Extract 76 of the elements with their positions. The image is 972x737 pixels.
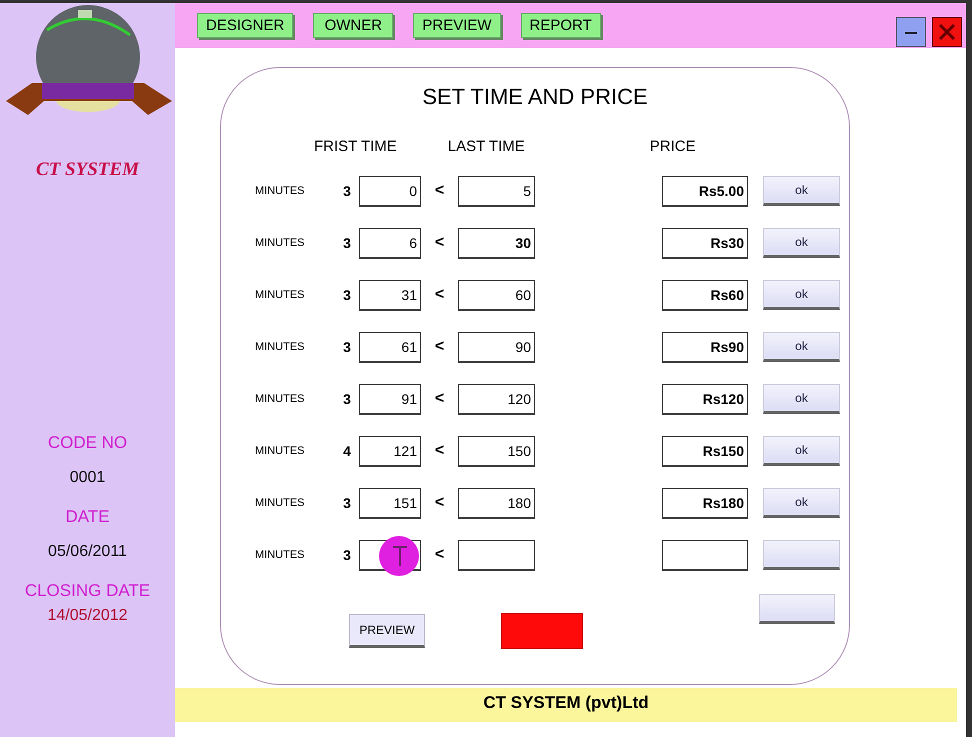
field-value: 14/05/2012 bbox=[47, 607, 128, 625]
column-header: LAST TIME bbox=[448, 138, 525, 155]
last-time-field[interactable]: 90 bbox=[458, 332, 535, 362]
unit-label: MINUTES bbox=[255, 445, 306, 457]
preview-button[interactable]: PREVIEW bbox=[349, 614, 425, 648]
ok-button[interactable]: ok bbox=[763, 332, 840, 362]
less-than-sign: < bbox=[434, 546, 446, 564]
minimize-icon[interactable] bbox=[896, 16, 926, 46]
less-than-sign: < bbox=[434, 442, 446, 460]
first-time-field[interactable]: 6 bbox=[359, 228, 421, 258]
count-label: 3 bbox=[342, 235, 352, 251]
field-label: CLOSING DATE bbox=[24, 581, 150, 601]
panel-title: SET TIME AND PRICE bbox=[421, 84, 649, 110]
last-time-field[interactable]: 180 bbox=[458, 488, 535, 518]
first-time-field[interactable]: 61 bbox=[359, 332, 421, 362]
nav-button[interactable]: REPORT bbox=[520, 13, 601, 38]
nav-button[interactable]: PREVIEW bbox=[413, 13, 501, 38]
last-time-field[interactable] bbox=[458, 540, 535, 570]
price-field[interactable]: Rs5.00 bbox=[662, 176, 748, 206]
last-time-field[interactable]: 5 bbox=[458, 176, 535, 206]
field-value: 05/06/2011 bbox=[48, 543, 127, 561]
less-than-sign: < bbox=[434, 390, 446, 408]
ok-button[interactable]: ok bbox=[763, 280, 840, 310]
less-than-sign: < bbox=[434, 286, 446, 304]
last-time-field[interactable]: 120 bbox=[458, 384, 535, 414]
field-label: DATE bbox=[65, 507, 110, 527]
column-header: PRICE bbox=[650, 138, 696, 155]
unit-label: MINUTES bbox=[255, 393, 306, 405]
ok-button[interactable]: ok bbox=[763, 384, 840, 414]
price-field[interactable]: Rs180 bbox=[662, 488, 748, 518]
ok-button[interactable]: ok bbox=[763, 488, 840, 518]
ok-button[interactable]: ok bbox=[763, 176, 840, 206]
close-icon[interactable] bbox=[932, 16, 962, 46]
count-label: 3 bbox=[342, 495, 352, 511]
last-time-field[interactable]: 60 bbox=[458, 280, 535, 310]
count-label: 3 bbox=[342, 339, 352, 355]
ok-button[interactable]: ok bbox=[763, 228, 840, 258]
unit-label: MINUTES bbox=[255, 341, 306, 353]
count-label: 3 bbox=[342, 183, 352, 199]
footer-bar: CT SYSTEM (pvt)Ltd bbox=[175, 688, 957, 722]
column-header: FRIST TIME bbox=[314, 138, 397, 155]
unit-label: MINUTES bbox=[255, 549, 306, 561]
price-field[interactable]: Rs60 bbox=[662, 280, 748, 310]
price-field[interactable]: Rs120 bbox=[662, 384, 748, 414]
unit-label: MINUTES bbox=[255, 497, 306, 509]
field-value: 0001 bbox=[70, 469, 106, 487]
first-time-field[interactable]: 31 bbox=[359, 280, 421, 310]
unit-label: MINUTES bbox=[255, 289, 306, 301]
cursor-highlight-overlay bbox=[379, 536, 419, 576]
price-field[interactable]: Rs30 bbox=[662, 228, 748, 258]
count-label: 3 bbox=[342, 547, 352, 563]
last-time-field[interactable]: 30 bbox=[458, 228, 535, 258]
ok-button[interactable]: ok bbox=[763, 436, 840, 466]
price-field[interactable] bbox=[662, 540, 748, 570]
count-label: 3 bbox=[342, 287, 352, 303]
first-time-field[interactable]: 91 bbox=[359, 384, 421, 414]
count-label: 3 bbox=[342, 391, 352, 407]
count-label: 4 bbox=[342, 443, 352, 459]
nav-button[interactable]: OWNER bbox=[313, 13, 394, 38]
unit-label: MINUTES bbox=[255, 185, 306, 197]
field-label: CODE NO bbox=[48, 433, 128, 453]
less-than-sign: < bbox=[434, 182, 446, 200]
brand-title: CT SYSTEM bbox=[36, 159, 139, 181]
first-time-field[interactable]: 121 bbox=[359, 436, 421, 466]
first-time-field[interactable]: 151 bbox=[359, 488, 421, 518]
ok-button[interactable] bbox=[763, 540, 840, 570]
price-field[interactable]: Rs150 bbox=[662, 436, 748, 466]
first-time-field[interactable]: 0 bbox=[359, 176, 421, 206]
nav-button[interactable]: DESIGNER bbox=[197, 13, 294, 38]
price-field[interactable]: Rs90 bbox=[662, 332, 748, 362]
blank-button[interactable] bbox=[759, 594, 835, 624]
less-than-sign: < bbox=[434, 338, 446, 356]
less-than-sign: < bbox=[434, 494, 446, 512]
last-time-field[interactable]: 150 bbox=[458, 436, 535, 466]
less-than-sign: < bbox=[434, 234, 446, 252]
unit-label: MINUTES bbox=[255, 237, 306, 249]
